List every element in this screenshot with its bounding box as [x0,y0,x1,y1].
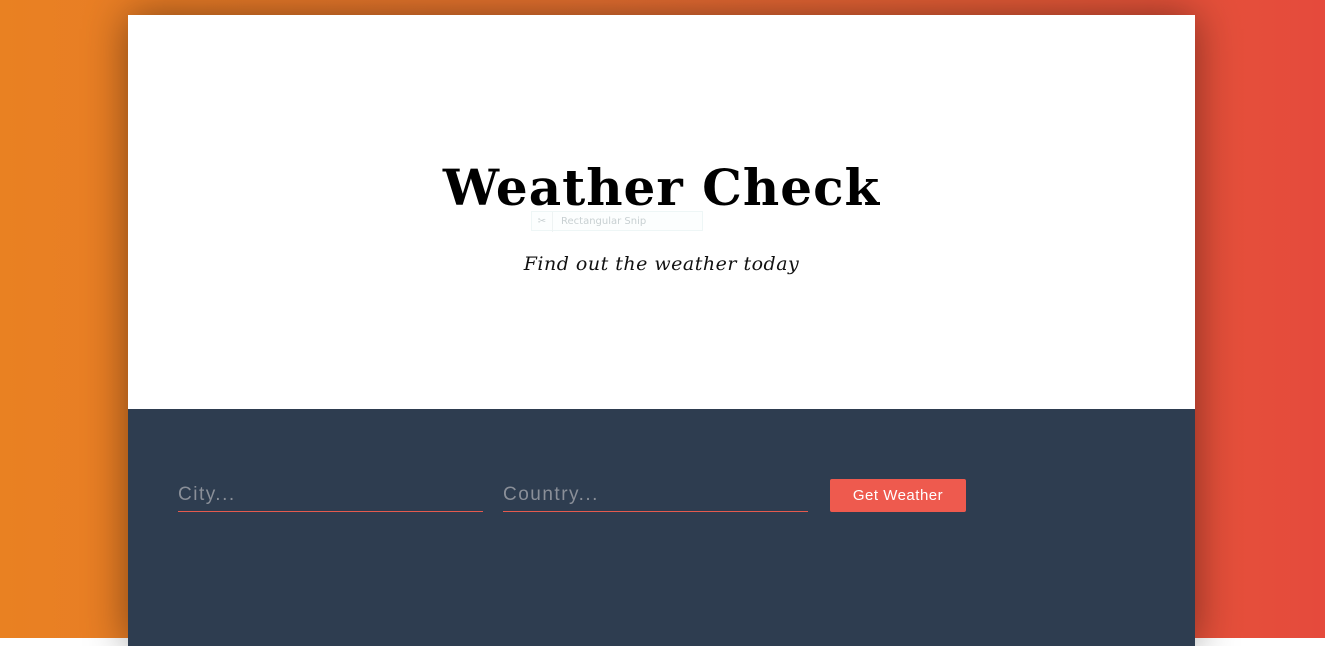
hero-section: Weather Check ✂ Rectangular Snip Find out… [128,15,1195,409]
get-weather-button[interactable]: Get Weather [830,479,966,512]
snip-tool-label: Rectangular Snip [561,216,647,227]
app-card: Weather Check ✂ Rectangular Snip Find out… [128,15,1195,646]
city-input[interactable] [178,479,483,512]
snip-tool-overlay: ✂ Rectangular Snip [531,211,703,232]
weather-form: Get Weather [128,409,1195,646]
page-subtitle: Find out the weather today [523,253,800,275]
scissors-icon: ✂ [532,212,553,232]
country-input[interactable] [503,479,808,512]
